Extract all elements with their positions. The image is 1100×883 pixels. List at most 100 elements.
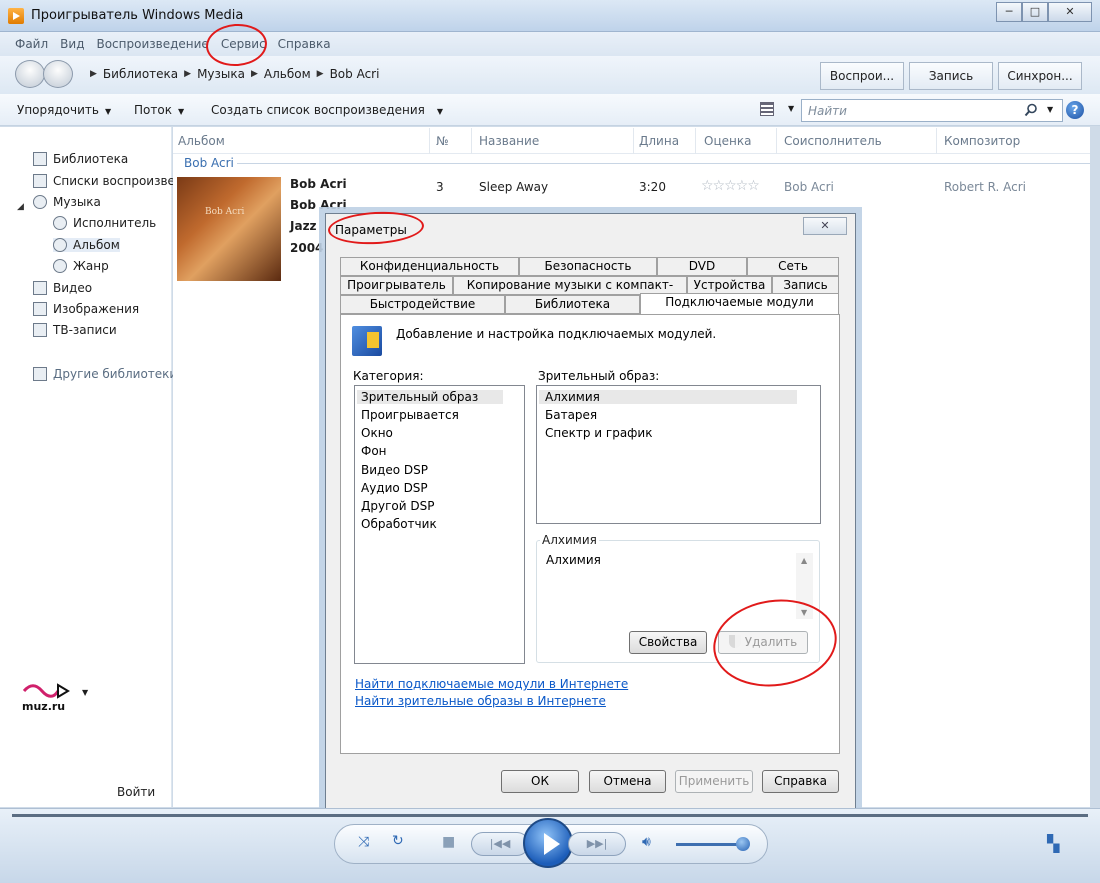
category-list[interactable]: Зрительный образ Проигрывается Окно Фон … [354,385,525,664]
group-header: Bob Acri [184,156,234,170]
next-button[interactable]: ▶▶| [568,832,626,856]
column-rating[interactable]: Оценка [704,134,751,148]
search-input[interactable]: Найти [808,104,847,118]
tab-sync[interactable]: Синхрон... [998,62,1082,90]
nav-artist[interactable]: Исполнитель [53,216,156,230]
tab-player[interactable]: Проигрыватель [340,276,453,295]
visualization-item[interactable]: Спектр и график [545,426,652,440]
album-art[interactable] [177,177,281,281]
nav-pictures[interactable]: Изображения [33,302,139,316]
shuffle-icon[interactable]: ⤨ [358,834,369,850]
nav-other-libraries[interactable]: Другие библиотеки [33,367,177,381]
column-number[interactable]: № [436,134,448,148]
play-button[interactable] [523,818,573,868]
nav-playlists[interactable]: Списки воспроизве [33,174,175,188]
column-length[interactable]: Длина [639,134,679,148]
category-item[interactable]: Другой DSP [361,499,434,513]
column-album[interactable]: Альбом [178,134,225,148]
stream-menu[interactable]: Поток ▼ [134,103,184,117]
tab-privacy[interactable]: Конфиденциальность [340,257,519,276]
breadcrumb-library[interactable]: Библиотека [103,67,178,81]
nav-library[interactable]: Библиотека [33,152,128,166]
find-plugins-link[interactable]: Найти подключаемые модули в Интернете [355,677,628,691]
back-button[interactable] [15,60,45,88]
volume-icon[interactable]: 🔊︎ [642,834,651,850]
breadcrumb-artist[interactable]: Bob Acri [330,67,380,81]
breadcrumb-music[interactable]: Музыка [197,67,245,81]
breadcrumb-album[interactable]: Альбом [264,67,311,81]
tab-security[interactable]: Безопасность [519,257,657,276]
close-button[interactable]: ✕ [1048,2,1092,22]
nav-genre[interactable]: Жанр [53,259,109,273]
rating-stars[interactable]: ☆☆☆☆☆ [701,178,760,194]
create-playlist-menu[interactable]: Создать список воспроизведения ▼ [211,103,443,117]
chevron-down-icon[interactable]: ▼ [82,688,88,697]
search-icon[interactable] [1024,103,1038,117]
tab-dvd[interactable]: DVD [657,257,747,276]
album-artist: Bob Acri [290,177,347,191]
organize-menu[interactable]: Упорядочить ▼ [17,103,111,117]
chevron-down-icon[interactable]: ▼ [788,104,794,113]
muz-ru-logo[interactable] [22,682,72,700]
nav-album[interactable]: Альбом [53,238,120,252]
tab-library[interactable]: Библиотека [505,295,640,314]
help-icon[interactable]: ? [1066,101,1084,119]
visualization-item[interactable]: Алхимия [539,390,797,404]
nav-music[interactable]: Музыка [33,195,101,209]
menu-view[interactable]: Вид [60,37,84,51]
tab-burn[interactable]: Запись [909,62,993,90]
previous-button[interactable]: |◀◀ [471,832,529,856]
apply-button[interactable]: Применить [675,770,753,793]
chevron-down-icon[interactable]: ▼ [1047,105,1053,114]
top-tabs: Воспрои... Запись Синхрон... [820,62,1082,90]
menu-playback[interactable]: Воспроизведение [96,37,208,51]
category-item[interactable]: Фон [361,444,387,458]
menu-file[interactable]: Файл [15,37,48,51]
minimize-button[interactable]: ─ [996,2,1022,22]
help-button[interactable]: Справка [762,770,839,793]
category-item[interactable]: Аудио DSP [361,481,428,495]
column-contributing-artist[interactable]: Соисполнитель [784,134,882,148]
sign-in-link[interactable]: Войти [117,785,155,799]
repeat-icon[interactable]: ↻ [392,833,404,849]
scroll-up-icon[interactable]: ▲ [801,556,807,565]
album-year: 2004 [290,241,324,255]
tab-network[interactable]: Сеть [747,257,839,276]
menu-help[interactable]: Справка [278,37,331,51]
search-box[interactable]: Найти ▼ [801,99,1063,122]
tab-play[interactable]: Воспрои... [820,62,904,90]
forward-button[interactable] [43,60,73,88]
tab-plugins[interactable]: Подключаемые модули [640,293,839,314]
visualization-list[interactable]: Алхимия Батарея Спектр и график [536,385,821,524]
switch-to-now-playing-icon[interactable]: ▚ [1047,834,1059,853]
video-icon [33,281,47,295]
category-item[interactable]: Зрительный образ [357,390,503,404]
find-visualizations-link[interactable]: Найти зрительные образы в Интернете [355,694,606,708]
volume-knob[interactable] [736,837,750,851]
column-composer[interactable]: Композитор [944,134,1020,148]
category-item[interactable]: Проигрывается [361,408,459,422]
category-item[interactable]: Окно [361,426,393,440]
category-item[interactable]: Обработчик [361,517,437,531]
seek-bar[interactable] [12,814,1088,817]
nav-album-label: Альбом [73,238,120,252]
ok-button[interactable]: ОК [501,770,579,793]
tab-performance[interactable]: Быстродействие [340,295,505,314]
album-title: Bob Acri [290,198,347,212]
track-title[interactable]: Sleep Away [479,180,548,194]
properties-button[interactable]: Свойства [629,631,707,654]
maximize-button[interactable]: □ [1022,2,1048,22]
visualization-item[interactable]: Батарея [545,408,597,422]
cancel-button[interactable]: Отмена [589,770,666,793]
nav-video[interactable]: Видео [33,281,92,295]
nav-artist-label: Исполнитель [73,216,157,230]
stop-icon[interactable]: ■ [442,834,455,850]
music-note-icon [33,195,47,209]
dialog-close-button[interactable]: ✕ [803,217,847,235]
column-title[interactable]: Название [479,134,539,148]
category-item[interactable]: Видео DSP [361,463,428,477]
expand-triangle-icon[interactable]: ◢ [17,202,24,212]
title-bar: Проигрыватель Windows Media ─ □ ✕ [0,0,1100,32]
nav-tv[interactable]: ТВ-записи [33,323,117,337]
view-options-icon[interactable] [760,102,774,116]
